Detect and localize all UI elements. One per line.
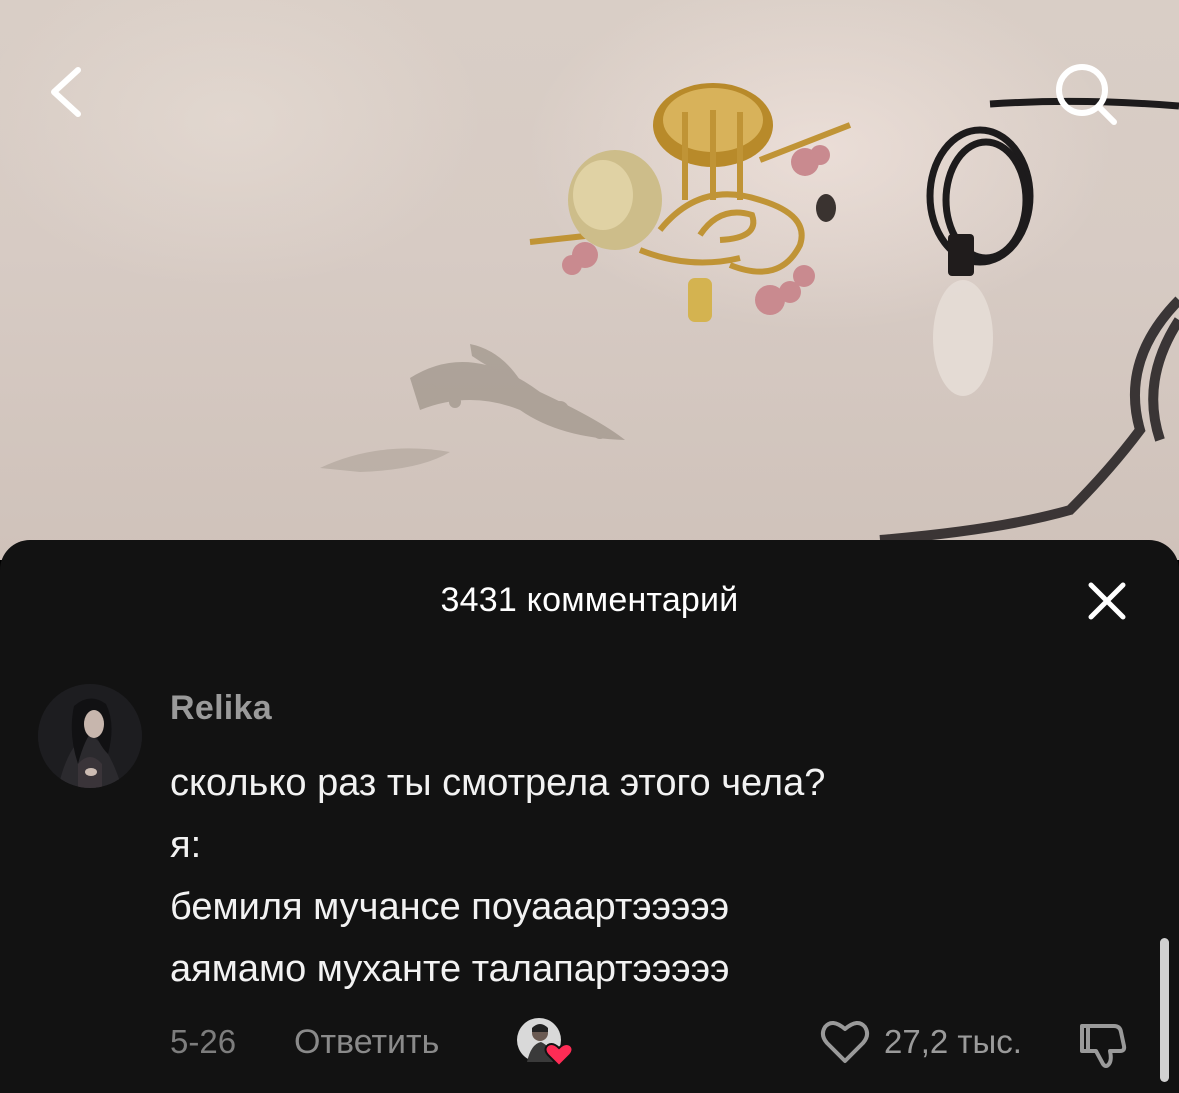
- comment-line: я:: [170, 824, 202, 866]
- reply-button[interactable]: Ответить: [294, 1020, 439, 1064]
- video-frame[interactable]: [0, 0, 1179, 560]
- creator-heart-icon: [517, 1018, 574, 1068]
- comment-line: сколько раз ты смотрела этого чела?: [170, 762, 826, 804]
- search-icon: [1056, 64, 1117, 125]
- close-icon: [1088, 582, 1126, 620]
- search-button[interactable]: [1050, 56, 1122, 128]
- chevron-left-icon: [51, 67, 81, 117]
- thumbs-down-icon: [1080, 1024, 1127, 1068]
- dislike-button[interactable]: [1078, 1014, 1136, 1072]
- comments-scrollbar[interactable]: [1160, 938, 1169, 1082]
- close-comments-button[interactable]: [1080, 574, 1134, 628]
- avatar[interactable]: [38, 684, 142, 788]
- comment-username[interactable]: Relika: [170, 686, 272, 730]
- video-scene: [320, 83, 1179, 545]
- heart-outline-icon: [820, 1021, 870, 1063]
- user-avatar-image: [38, 684, 142, 788]
- comments-count-title: 3431 комментарий: [440, 581, 739, 619]
- comment-line: бемиля мучансе поуааартэээээ: [170, 886, 730, 928]
- comment-text: сколько раз ты смотрела этого чела? я: б…: [170, 752, 1110, 1000]
- like-button[interactable]: [818, 1014, 872, 1068]
- back-button[interactable]: [30, 56, 102, 128]
- like-count: 27,2 тыс.: [884, 1023, 1022, 1060]
- liked-by-creator-badge: [515, 1016, 577, 1068]
- comment-line: аямамо муханте талапартэээээ: [170, 948, 730, 990]
- comment-date: 5-26: [170, 1023, 237, 1060]
